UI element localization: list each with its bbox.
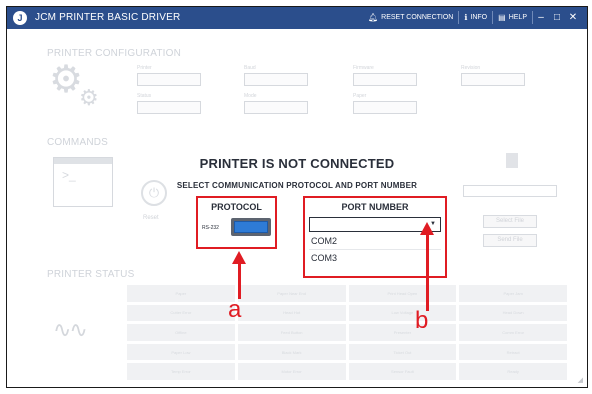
protocol-toggle[interactable] bbox=[231, 218, 271, 236]
status-cell: Comm Error bbox=[459, 324, 567, 341]
status-cell: Paper Near End bbox=[237, 285, 346, 302]
config-field-status bbox=[137, 101, 201, 114]
protocol-title: PROTOCOL bbox=[211, 202, 262, 212]
dialog-subtitle: SELECT COMMUNICATION PROTOCOL AND PORT N… bbox=[176, 181, 418, 190]
app-title: JCM PRINTER BASIC DRIVER bbox=[35, 12, 181, 23]
callout-label-a: a bbox=[228, 296, 242, 323]
gear-small-icon: ⚙ bbox=[79, 85, 99, 110]
config-field-printer bbox=[137, 73, 201, 86]
status-cell: Paper Jam bbox=[459, 285, 567, 302]
protocol-toggle-fill bbox=[234, 221, 268, 233]
bell-icon: 🔔︎ bbox=[367, 13, 379, 22]
status-grid: Paper Paper Near End Print Head Open Pap… bbox=[127, 285, 567, 380]
app-window: J JCM PRINTER BASIC DRIVER 🔔︎ RESET CONN… bbox=[6, 6, 588, 388]
config-field-firmware bbox=[353, 73, 417, 86]
status-cell: Head Hot bbox=[237, 304, 346, 322]
status-cell: Feed Button bbox=[237, 324, 346, 341]
port-number-title: PORT NUMBER bbox=[341, 202, 409, 212]
callout-arrow-b-shaft bbox=[426, 234, 429, 311]
port-option-com2[interactable]: COM2 bbox=[309, 233, 441, 250]
status-cell: Presenter bbox=[348, 324, 457, 341]
info-label: INFO bbox=[470, 14, 488, 21]
config-label-status: Status bbox=[137, 93, 152, 99]
config-label-baud: Baud bbox=[244, 65, 256, 71]
status-cell: Black Mark bbox=[237, 343, 346, 361]
config-label-mode: Mode bbox=[244, 93, 257, 99]
title-bar: J JCM PRINTER BASIC DRIVER 🔔︎ RESET CONN… bbox=[7, 7, 587, 29]
help-book-icon: ▤ bbox=[498, 13, 506, 22]
status-cell: Sensor Fault bbox=[348, 363, 457, 380]
help-label: HELP bbox=[508, 14, 527, 21]
minimize-icon[interactable]: – bbox=[533, 11, 549, 24]
background-app: PRINTER CONFIGURATION ⚙ ⚙ Printer Baud F… bbox=[7, 29, 587, 387]
reset-connection-label: RESET CONNECTION bbox=[381, 14, 454, 21]
status-cell: Cutter Error bbox=[127, 304, 235, 322]
maximize-icon[interactable]: □ bbox=[549, 11, 565, 24]
reset-label: Reset bbox=[143, 215, 159, 221]
info-button[interactable]: ℹ INFO bbox=[459, 11, 494, 24]
jcm-logo-icon: J bbox=[13, 11, 27, 25]
config-field-baud bbox=[244, 73, 308, 86]
status-cell: Ready bbox=[459, 363, 567, 380]
status-cell: Motor Error bbox=[237, 363, 346, 380]
config-label-printer: Printer bbox=[137, 65, 152, 71]
status-cell: Head Down bbox=[459, 304, 567, 322]
status-cell: Temp Error bbox=[127, 363, 235, 380]
callout-label-b: b bbox=[415, 307, 429, 334]
port-option-com3[interactable]: COM3 bbox=[309, 250, 441, 267]
config-label-revision: Revision bbox=[461, 65, 481, 71]
callout-arrow-a-shaft bbox=[238, 263, 241, 299]
status-cell: Retract bbox=[459, 343, 567, 361]
status-cell: Ticket Out bbox=[348, 343, 457, 361]
protocol-panel: PROTOCOL RS-232 bbox=[196, 196, 277, 249]
reset-connection-button[interactable]: 🔔︎ RESET CONNECTION bbox=[363, 11, 460, 24]
status-cell: Paper Low bbox=[127, 343, 235, 361]
status-cell: Print Head Open bbox=[348, 285, 457, 302]
status-cell: Offline bbox=[127, 324, 235, 341]
help-button[interactable]: ▤ HELP bbox=[493, 11, 533, 24]
title-bar-actions: 🔔︎ RESET CONNECTION ℹ INFO ▤ HELP – □ ✕ bbox=[363, 11, 581, 24]
info-icon: ℹ bbox=[464, 13, 468, 22]
status-cell: Paper bbox=[127, 285, 235, 302]
resize-grip-icon[interactable]: ◢ bbox=[578, 376, 583, 384]
config-label-paper: Paper bbox=[353, 93, 367, 99]
rs232-label: RS-232 bbox=[202, 225, 219, 231]
commands-title: COMMANDS bbox=[47, 137, 109, 148]
close-icon[interactable]: ✕ bbox=[565, 11, 581, 24]
send-file-button[interactable]: Send File bbox=[483, 234, 537, 247]
pulse-icon: ∿∿ bbox=[53, 317, 88, 342]
printer-configuration-title: PRINTER CONFIGURATION bbox=[47, 48, 182, 59]
config-label-firmware: Firmware bbox=[353, 65, 374, 71]
status-cell: Low Voltage bbox=[348, 304, 457, 322]
port-number-dropdown-list: COM2 COM3 bbox=[309, 233, 441, 267]
printer-status-title: PRINTER STATUS bbox=[47, 269, 135, 280]
config-field-revision bbox=[461, 73, 525, 86]
gear-icon: ⚙ bbox=[49, 59, 84, 101]
config-field-paper bbox=[353, 101, 417, 114]
dialog-title: PRINTER IS NOT CONNECTED bbox=[199, 156, 395, 171]
select-file-button[interactable]: Select File bbox=[483, 215, 537, 228]
config-field-mode bbox=[244, 101, 308, 114]
